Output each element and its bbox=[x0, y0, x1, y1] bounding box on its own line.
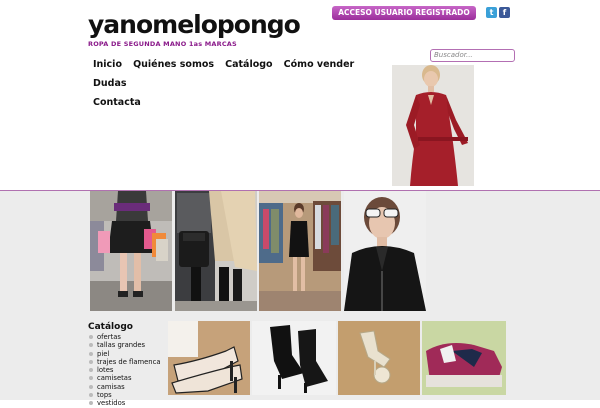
logo[interactable]: yanomelopongo ROPA DE SEGUNDA MANO 1as M… bbox=[88, 10, 301, 49]
nav-item-como-vender[interactable]: Cómo vender bbox=[284, 59, 355, 70]
nav-item-catalogo[interactable]: Catálogo bbox=[225, 59, 272, 70]
photo-shopping-bags[interactable] bbox=[90, 191, 172, 311]
catalog-list: ofertas tallas grandes piel trajes de fl… bbox=[88, 333, 168, 408]
photo-sneakers[interactable] bbox=[422, 321, 506, 395]
photo-metallic-sandals[interactable] bbox=[338, 321, 420, 395]
search-input[interactable]: Buscador... bbox=[430, 49, 515, 62]
catalog-item-piel[interactable]: piel bbox=[88, 350, 168, 358]
catalog-item-tops[interactable]: tops bbox=[88, 391, 168, 399]
photo-slingback-heels[interactable] bbox=[168, 321, 250, 395]
photo-black-ankle-boots[interactable] bbox=[252, 321, 336, 395]
catalog-item-trajes-de-flamenca[interactable]: trajes de flamenca bbox=[88, 358, 168, 366]
catalog-title: Catálogo bbox=[88, 322, 133, 332]
facebook-icon[interactable]: f bbox=[499, 7, 510, 18]
photo-leather-bag[interactable] bbox=[175, 191, 257, 311]
catalog-item-vestidos[interactable]: vestidos bbox=[88, 399, 168, 407]
nav-item-quienes-somos[interactable]: Quiénes somos bbox=[133, 59, 214, 70]
nav-item-contacta[interactable]: Contacta bbox=[93, 97, 141, 108]
nav-item-inicio[interactable]: Inicio bbox=[93, 59, 122, 70]
site-header: yanomelopongo ROPA DE SEGUNDA MANO 1as M… bbox=[0, 0, 600, 190]
catalog-item-camisetas[interactable]: camisetas bbox=[88, 374, 168, 382]
logo-tagline: ROPA DE SEGUNDA MANO 1as MARCAS bbox=[88, 40, 237, 48]
catalog-item-lotes[interactable]: lotes bbox=[88, 366, 168, 374]
nav-item-dudas[interactable]: Dudas bbox=[93, 78, 127, 89]
logo-wordmark: yanomelopongo bbox=[88, 10, 301, 39]
catalog-item-ofertas[interactable]: ofertas bbox=[88, 333, 168, 341]
photo-leather-jacket[interactable] bbox=[344, 191, 426, 311]
photo-closet[interactable] bbox=[259, 191, 341, 311]
hero-image-red-dress[interactable] bbox=[392, 65, 474, 186]
catalog-item-camisas[interactable]: camisas bbox=[88, 383, 168, 391]
catalog-sidebar: Catálogo ofertas tallas grandes piel tra… bbox=[88, 322, 168, 408]
main-nav: Inicio Quiénes somos Catálogo Cómo vende… bbox=[93, 52, 363, 109]
login-button[interactable]: ACCESO USUARIO REGISTRADO bbox=[332, 6, 476, 20]
twitter-icon[interactable]: t bbox=[486, 7, 497, 18]
catalog-item-tallas-grandes[interactable]: tallas grandes bbox=[88, 341, 168, 349]
